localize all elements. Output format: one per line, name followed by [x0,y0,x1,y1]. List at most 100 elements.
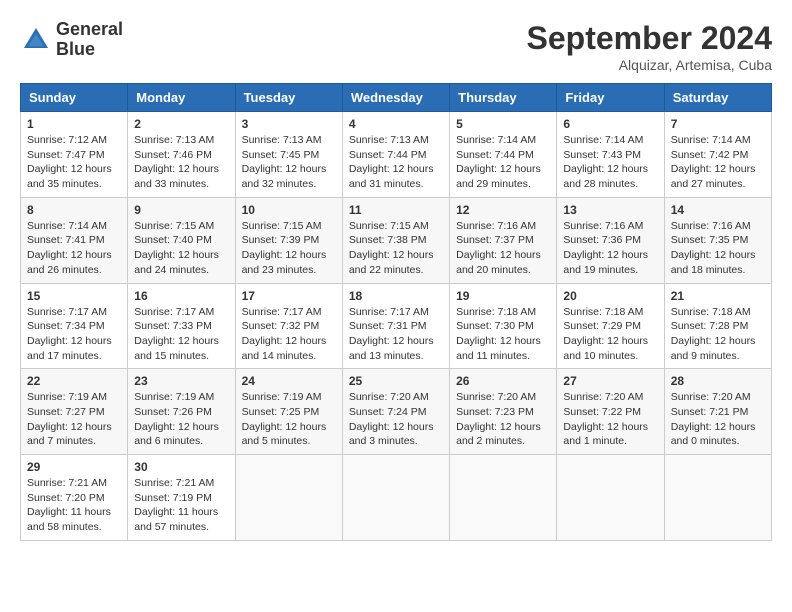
day-info: Sunrise: 7:14 AM Sunset: 7:43 PM Dayligh… [563,133,657,192]
header-tuesday: Tuesday [235,84,342,112]
calendar: Sunday Monday Tuesday Wednesday Thursday… [20,83,772,541]
day-info: Sunrise: 7:14 AM Sunset: 7:44 PM Dayligh… [456,133,550,192]
calendar-cell: 23 Sunrise: 7:19 AM Sunset: 7:26 PM Dayl… [128,369,235,455]
day-number: 18 [349,289,443,303]
day-number: 22 [27,374,121,388]
day-info: Sunrise: 7:13 AM Sunset: 7:44 PM Dayligh… [349,133,443,192]
calendar-cell: 17 Sunrise: 7:17 AM Sunset: 7:32 PM Dayl… [235,283,342,369]
calendar-cell: 26 Sunrise: 7:20 AM Sunset: 7:23 PM Dayl… [450,369,557,455]
weekday-header-row: Sunday Monday Tuesday Wednesday Thursday… [21,84,772,112]
day-info: Sunrise: 7:20 AM Sunset: 7:21 PM Dayligh… [671,390,765,449]
calendar-cell: 5 Sunrise: 7:14 AM Sunset: 7:44 PM Dayli… [450,112,557,198]
day-info: Sunrise: 7:18 AM Sunset: 7:30 PM Dayligh… [456,305,550,364]
day-info: Sunrise: 7:19 AM Sunset: 7:26 PM Dayligh… [134,390,228,449]
calendar-cell: 27 Sunrise: 7:20 AM Sunset: 7:22 PM Dayl… [557,369,664,455]
day-number: 20 [563,289,657,303]
calendar-cell: 28 Sunrise: 7:20 AM Sunset: 7:21 PM Dayl… [664,369,771,455]
day-number: 11 [349,203,443,217]
day-number: 16 [134,289,228,303]
calendar-cell [450,455,557,541]
day-info: Sunrise: 7:16 AM Sunset: 7:37 PM Dayligh… [456,219,550,278]
day-info: Sunrise: 7:15 AM Sunset: 7:40 PM Dayligh… [134,219,228,278]
day-info: Sunrise: 7:17 AM Sunset: 7:33 PM Dayligh… [134,305,228,364]
day-number: 2 [134,117,228,131]
calendar-cell: 18 Sunrise: 7:17 AM Sunset: 7:31 PM Dayl… [342,283,449,369]
logo-icon [20,24,52,56]
calendar-cell: 11 Sunrise: 7:15 AM Sunset: 7:38 PM Dayl… [342,197,449,283]
calendar-cell: 4 Sunrise: 7:13 AM Sunset: 7:44 PM Dayli… [342,112,449,198]
day-info: Sunrise: 7:13 AM Sunset: 7:45 PM Dayligh… [242,133,336,192]
day-info: Sunrise: 7:14 AM Sunset: 7:41 PM Dayligh… [27,219,121,278]
day-number: 10 [242,203,336,217]
calendar-cell: 21 Sunrise: 7:18 AM Sunset: 7:28 PM Dayl… [664,283,771,369]
day-number: 5 [456,117,550,131]
calendar-row-5: 29 Sunrise: 7:21 AM Sunset: 7:20 PM Dayl… [21,455,772,541]
location: Alquizar, Artemisa, Cuba [527,57,772,73]
calendar-cell: 12 Sunrise: 7:16 AM Sunset: 7:37 PM Dayl… [450,197,557,283]
day-number: 17 [242,289,336,303]
day-number: 21 [671,289,765,303]
day-number: 25 [349,374,443,388]
header-friday: Friday [557,84,664,112]
calendar-row-4: 22 Sunrise: 7:19 AM Sunset: 7:27 PM Dayl… [21,369,772,455]
day-info: Sunrise: 7:12 AM Sunset: 7:47 PM Dayligh… [27,133,121,192]
day-info: Sunrise: 7:21 AM Sunset: 7:20 PM Dayligh… [27,476,121,535]
calendar-cell: 8 Sunrise: 7:14 AM Sunset: 7:41 PM Dayli… [21,197,128,283]
calendar-cell: 22 Sunrise: 7:19 AM Sunset: 7:27 PM Dayl… [21,369,128,455]
day-info: Sunrise: 7:19 AM Sunset: 7:27 PM Dayligh… [27,390,121,449]
day-number: 4 [349,117,443,131]
calendar-cell: 20 Sunrise: 7:18 AM Sunset: 7:29 PM Dayl… [557,283,664,369]
calendar-cell: 10 Sunrise: 7:15 AM Sunset: 7:39 PM Dayl… [235,197,342,283]
calendar-cell: 1 Sunrise: 7:12 AM Sunset: 7:47 PM Dayli… [21,112,128,198]
header-saturday: Saturday [664,84,771,112]
day-info: Sunrise: 7:20 AM Sunset: 7:23 PM Dayligh… [456,390,550,449]
calendar-row-3: 15 Sunrise: 7:17 AM Sunset: 7:34 PM Dayl… [21,283,772,369]
day-number: 13 [563,203,657,217]
calendar-cell [664,455,771,541]
calendar-cell: 9 Sunrise: 7:15 AM Sunset: 7:40 PM Dayli… [128,197,235,283]
title-block: September 2024 Alquizar, Artemisa, Cuba [527,20,772,73]
day-info: Sunrise: 7:18 AM Sunset: 7:29 PM Dayligh… [563,305,657,364]
calendar-cell: 29 Sunrise: 7:21 AM Sunset: 7:20 PM Dayl… [21,455,128,541]
calendar-cell: 14 Sunrise: 7:16 AM Sunset: 7:35 PM Dayl… [664,197,771,283]
day-number: 1 [27,117,121,131]
day-info: Sunrise: 7:16 AM Sunset: 7:35 PM Dayligh… [671,219,765,278]
day-number: 27 [563,374,657,388]
calendar-cell [235,455,342,541]
day-number: 6 [563,117,657,131]
header-wednesday: Wednesday [342,84,449,112]
calendar-cell: 15 Sunrise: 7:17 AM Sunset: 7:34 PM Dayl… [21,283,128,369]
day-info: Sunrise: 7:21 AM Sunset: 7:19 PM Dayligh… [134,476,228,535]
day-number: 3 [242,117,336,131]
day-number: 8 [27,203,121,217]
day-number: 23 [134,374,228,388]
calendar-cell: 24 Sunrise: 7:19 AM Sunset: 7:25 PM Dayl… [235,369,342,455]
header-monday: Monday [128,84,235,112]
day-info: Sunrise: 7:20 AM Sunset: 7:24 PM Dayligh… [349,390,443,449]
day-info: Sunrise: 7:20 AM Sunset: 7:22 PM Dayligh… [563,390,657,449]
day-number: 15 [27,289,121,303]
day-number: 28 [671,374,765,388]
day-info: Sunrise: 7:17 AM Sunset: 7:31 PM Dayligh… [349,305,443,364]
day-info: Sunrise: 7:16 AM Sunset: 7:36 PM Dayligh… [563,219,657,278]
day-info: Sunrise: 7:17 AM Sunset: 7:32 PM Dayligh… [242,305,336,364]
day-number: 30 [134,460,228,474]
calendar-row-2: 8 Sunrise: 7:14 AM Sunset: 7:41 PM Dayli… [21,197,772,283]
calendar-cell: 16 Sunrise: 7:17 AM Sunset: 7:33 PM Dayl… [128,283,235,369]
day-number: 19 [456,289,550,303]
calendar-cell: 13 Sunrise: 7:16 AM Sunset: 7:36 PM Dayl… [557,197,664,283]
logo: General Blue [20,20,123,60]
calendar-cell [342,455,449,541]
calendar-cell: 7 Sunrise: 7:14 AM Sunset: 7:42 PM Dayli… [664,112,771,198]
calendar-cell: 6 Sunrise: 7:14 AM Sunset: 7:43 PM Dayli… [557,112,664,198]
page-header: General Blue September 2024 Alquizar, Ar… [20,20,772,73]
header-sunday: Sunday [21,84,128,112]
day-info: Sunrise: 7:14 AM Sunset: 7:42 PM Dayligh… [671,133,765,192]
calendar-cell: 2 Sunrise: 7:13 AM Sunset: 7:46 PM Dayli… [128,112,235,198]
header-thursday: Thursday [450,84,557,112]
day-info: Sunrise: 7:15 AM Sunset: 7:39 PM Dayligh… [242,219,336,278]
day-number: 14 [671,203,765,217]
month-title: September 2024 [527,20,772,57]
day-number: 12 [456,203,550,217]
day-number: 26 [456,374,550,388]
